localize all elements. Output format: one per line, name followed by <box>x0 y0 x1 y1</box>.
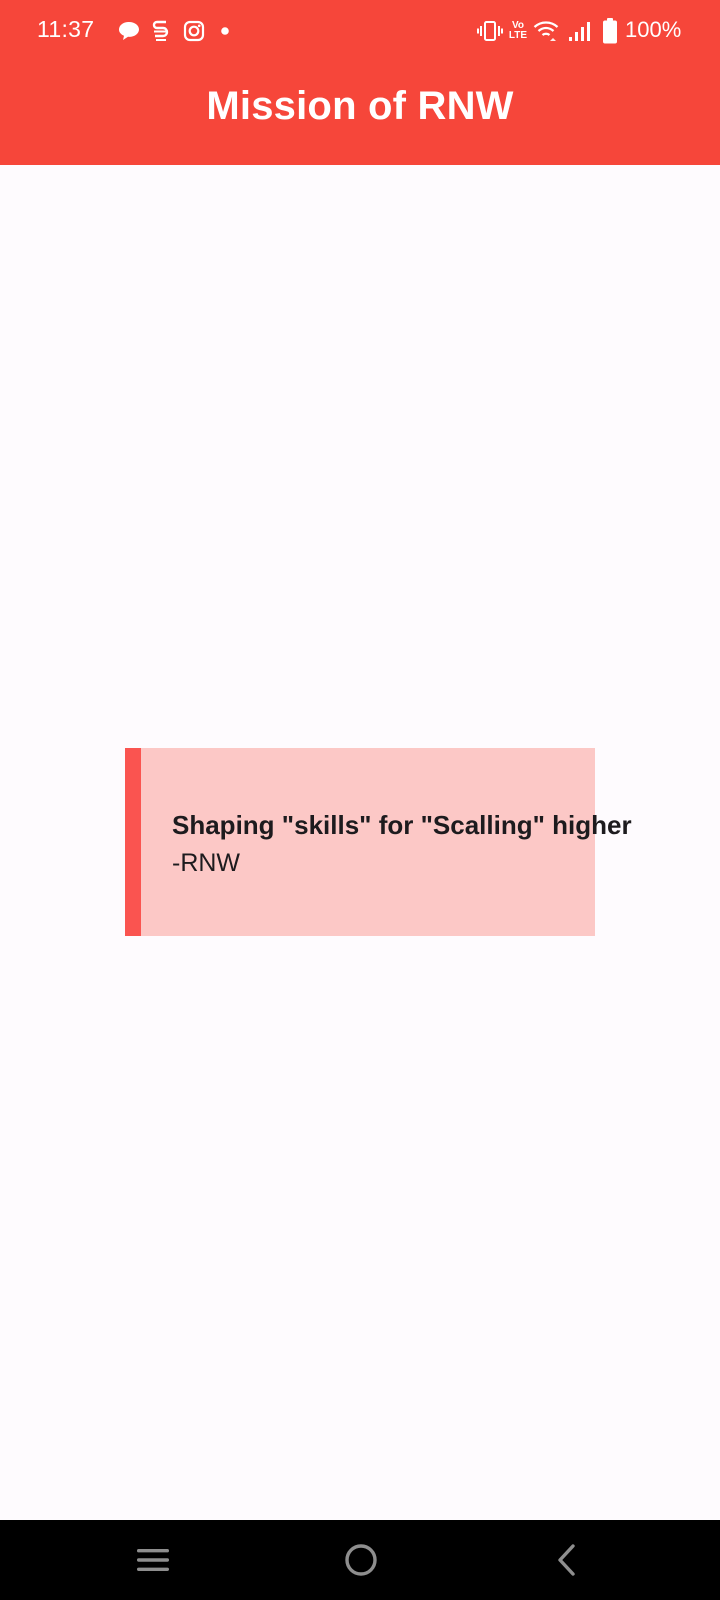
home-button[interactable] <box>339 1540 383 1580</box>
recents-icon <box>137 1549 169 1571</box>
back-icon <box>558 1544 575 1576</box>
dot-icon <box>218 18 232 44</box>
volte-icon: Vo LTE <box>507 18 529 44</box>
status-bar: 11:37 Vo LTE 100% <box>0 0 720 62</box>
recents-button[interactable] <box>131 1540 175 1580</box>
back-button[interactable] <box>545 1540 589 1580</box>
mission-quote: Shaping "skills" for "Scalling" higher <box>172 810 632 840</box>
mission-card: Shaping "skills" for "Scalling" higher -… <box>125 748 632 936</box>
vibrate-icon <box>476 18 504 44</box>
screen: 11:37 Vo LTE 100% Mission of RNW Shaping… <box>0 0 720 1600</box>
navigation-bar <box>0 1520 720 1600</box>
signal-icon <box>568 18 592 44</box>
wifi-icon <box>533 18 559 44</box>
mission-author: -RNW <box>172 849 241 877</box>
battery-icon <box>602 18 618 44</box>
home-icon <box>345 1544 377 1576</box>
page-title: Mission of RNW <box>206 84 514 128</box>
app-bar: 11:37 Vo LTE 100% Mission of RNW <box>0 0 720 165</box>
instagram-icon <box>182 18 206 44</box>
battery-percent: 100% <box>625 17 682 42</box>
status-time: 11:37 <box>37 16 95 42</box>
volte-label: Vo LTE <box>508 20 528 41</box>
s-app-icon <box>150 18 172 44</box>
chat-bubble-icon <box>116 18 142 44</box>
